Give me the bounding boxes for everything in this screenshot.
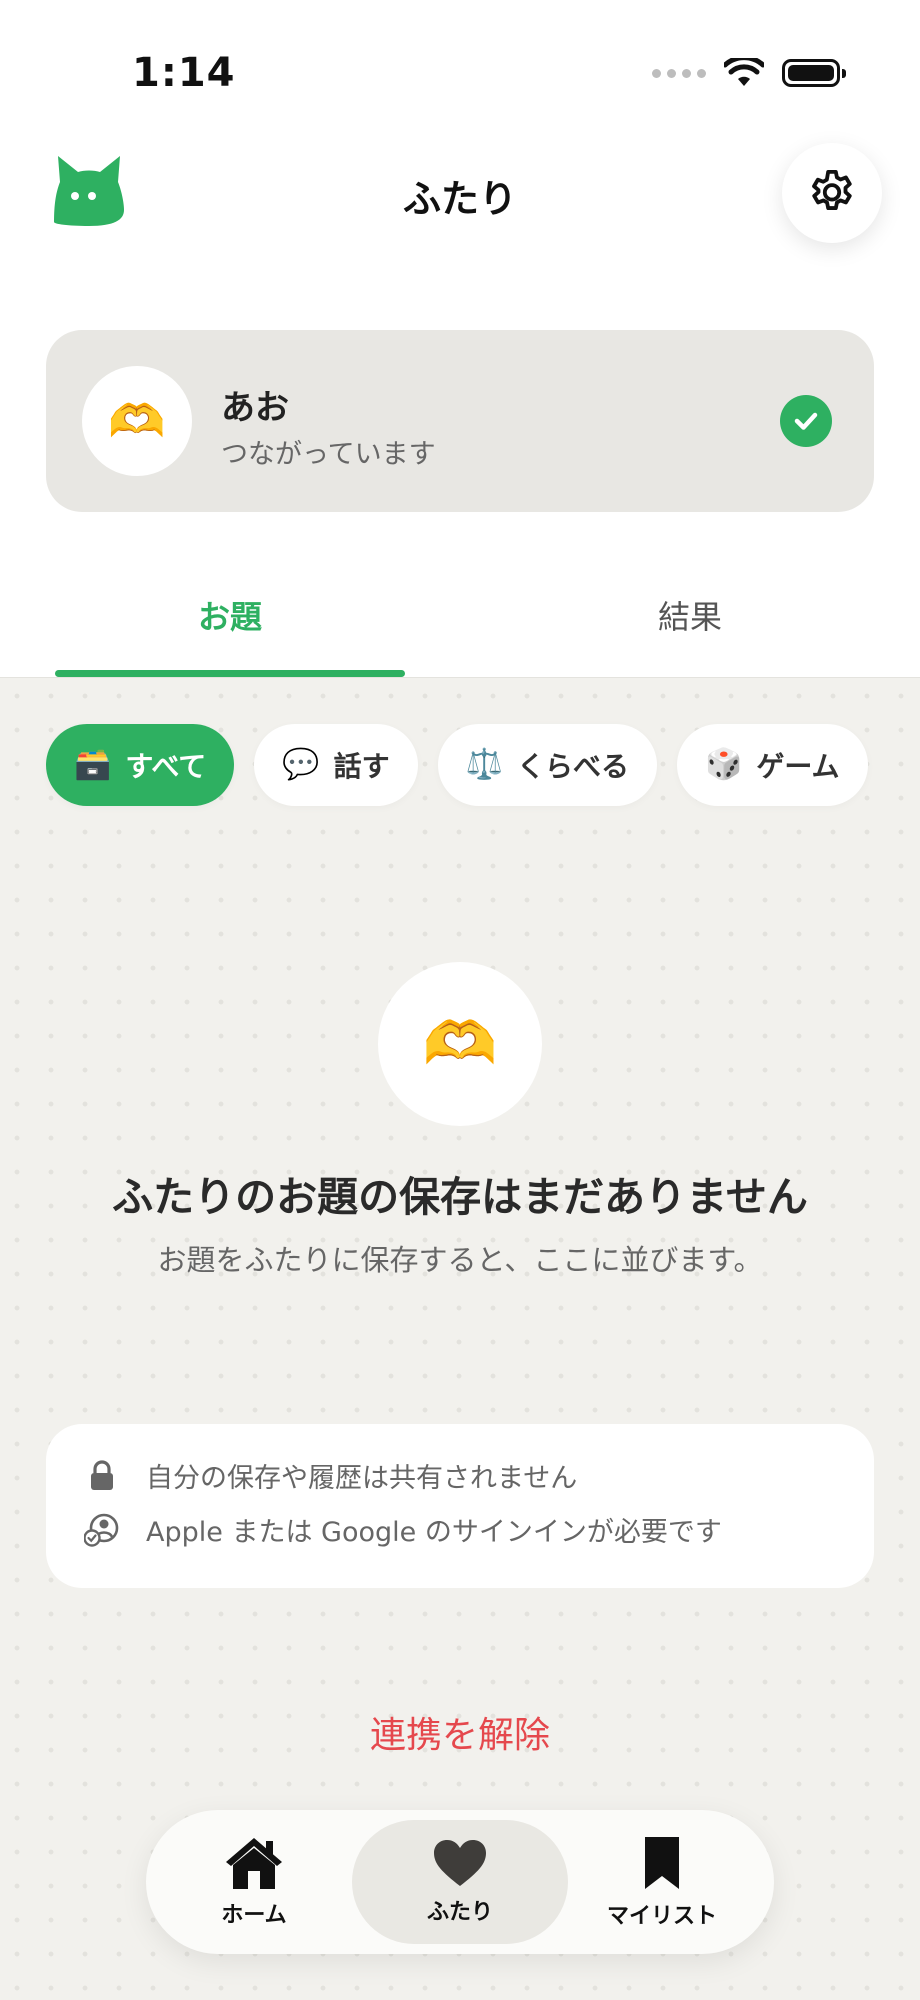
house-icon <box>226 1838 282 1889</box>
tab-bar: お題 結果 <box>0 570 920 678</box>
check-icon <box>780 395 832 447</box>
gear-icon <box>812 169 852 210</box>
nav-label: ふたり <box>426 1900 493 1925</box>
partner-avatar: 🫶 <box>82 366 192 476</box>
content-background <box>0 679 920 2000</box>
nav-label: マイリスト <box>606 1904 717 1929</box>
bookmark-icon <box>645 1837 679 1889</box>
person-check-icon <box>84 1512 120 1548</box>
empty-state-subtitle: お題をふたりに保存すると、ここに並びます。 <box>157 1243 763 1277</box>
heart-hands-icon: 🫶 <box>422 1009 498 1079</box>
speech-bubble-icon: 💬 <box>282 747 320 782</box>
filter-chip-label: ゲーム <box>756 750 840 783</box>
signin-text: Apple または Google のサインインが必要です <box>146 1517 722 1548</box>
heart-hands-icon: 🫶 <box>108 394 166 448</box>
filter-chip-compare[interactable]: ⚖️ くらべる <box>437 724 658 806</box>
partner-name: あお <box>221 388 289 428</box>
info-card: 自分の保存や履歴は共有されません Apple または Google のサインイン… <box>46 1424 874 1588</box>
scales-icon: ⚖️ <box>465 747 504 782</box>
filter-chip-talk[interactable]: 💬 話す <box>254 724 418 806</box>
tab-results[interactable]: 結果 <box>460 592 920 638</box>
signal-icon <box>652 68 706 78</box>
settings-button[interactable] <box>782 143 882 243</box>
bottom-nav: ホーム ふたり マイリスト <box>146 1810 774 1954</box>
battery-icon <box>782 59 846 87</box>
status-bar: 1:14 <box>0 0 920 150</box>
header: ふたり <box>0 140 920 250</box>
top-panel: 1:14 ふたり 🫶 あお つながっています お題 結果 <box>0 0 920 678</box>
partner-card[interactable]: 🫶 あお つながっています <box>46 330 874 512</box>
nav-label: ホーム <box>221 1903 287 1928</box>
status-time: 1:14 <box>132 50 236 96</box>
filter-chip-all[interactable]: 🗃️ すべて <box>46 724 235 806</box>
filter-chip-label: 話す <box>333 750 390 783</box>
nav-home[interactable]: ホーム <box>154 1820 354 1944</box>
card-box-icon: 🗃️ <box>74 747 112 782</box>
tab-topics[interactable]: お題 <box>0 592 460 638</box>
filter-chip-label: すべて <box>125 750 207 783</box>
privacy-text: 自分の保存や履歴は共有されません <box>146 1463 578 1494</box>
privacy-note: 自分の保存や履歴は共有されません <box>84 1456 577 1495</box>
screen: 1:14 ふたり 🫶 あお つながっています お題 結果 🗃️ すべて 💬 話す… <box>0 0 920 2000</box>
unlink-button[interactable]: 連携を解除 <box>0 1706 920 1758</box>
wifi-icon <box>724 58 764 86</box>
tab-indicator <box>55 670 405 677</box>
empty-state-title: ふたりのお題の保存はまだありません <box>112 1173 808 1221</box>
status-icons <box>652 58 846 88</box>
signin-note: Apple または Google のサインインが必要です <box>84 1510 722 1549</box>
filter-chip-label: くらべる <box>517 750 630 783</box>
dice-icon: 🎲 <box>705 747 743 782</box>
empty-state-illustration: 🫶 <box>378 962 542 1126</box>
nav-futari[interactable]: ふたり <box>352 1820 568 1944</box>
nav-mylist[interactable]: マイリスト <box>562 1820 762 1944</box>
filter-chips: 🗃️ すべて 💬 話す ⚖️ くらべる 🎲 ゲーム <box>46 724 868 806</box>
lock-icon <box>84 1458 120 1494</box>
filter-chip-game[interactable]: 🎲 ゲーム <box>677 724 868 806</box>
heart-icon <box>434 1840 486 1886</box>
partner-status: つながっています <box>221 439 436 470</box>
